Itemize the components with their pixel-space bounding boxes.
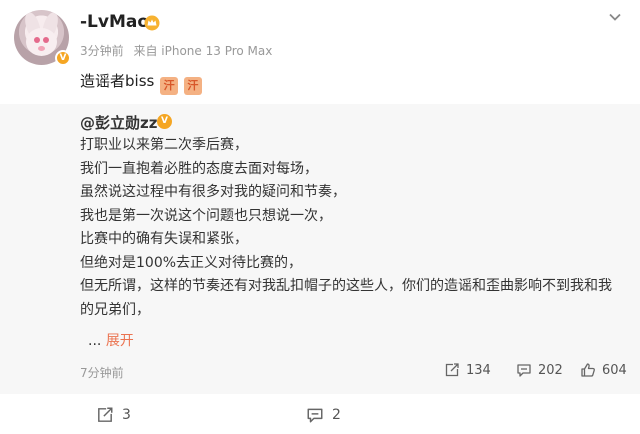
post-footer: 3 2 xyxy=(0,394,640,434)
verified-badge: V xyxy=(55,50,71,66)
post-meta: 3分钟前 来自 iPhone 13 Pro Max xyxy=(80,42,278,59)
avatar-eye-left xyxy=(34,37,40,43)
comment-icon xyxy=(517,364,531,377)
avatar-eye-right xyxy=(43,37,49,43)
emoji-sweat: 汗 xyxy=(160,77,179,95)
repost-line: 的兄弟们， xyxy=(80,301,150,318)
repost-text: 打职业以来第二次季后赛， 我们一直抱着必胜的态度去面对每场， 虽然说这过程中有很… xyxy=(80,134,628,322)
repost-time[interactable]: 7分钟前 xyxy=(80,364,124,381)
repost-card[interactable]: @彭立勋zz V 打职业以来第二次季后赛， 我们一直抱着必胜的态度去面对每场， … xyxy=(0,104,640,394)
crown-icon xyxy=(144,15,160,31)
emoji-sweat: 汗 xyxy=(183,77,202,95)
repost-line: 打职业以来第二次季后赛， xyxy=(80,137,248,153)
repost-comment-button[interactable]: 202 xyxy=(516,362,563,378)
comment-button[interactable]: 2 xyxy=(306,406,341,424)
repost-count: 3 xyxy=(122,407,131,423)
username[interactable]: -LvMao xyxy=(80,12,149,32)
repost-line: 但无所谓，这样的节奏还有对我乱扣帽子的这些人，你们的造谣和歪曲影响不到我和我 xyxy=(80,278,612,294)
repost-line: 我们一直抱着必胜的态度去面对每场， xyxy=(80,160,318,177)
comment-count: 2 xyxy=(332,407,341,423)
repost-repost-count: 134 xyxy=(466,362,491,378)
repost-like-count: 604 xyxy=(602,362,627,378)
repost-author[interactable]: @彭立勋zz xyxy=(80,112,157,133)
like-icon xyxy=(581,363,595,377)
avatar-face xyxy=(26,28,57,56)
repost-icon xyxy=(445,363,459,377)
post-header: V -LvMao 3分钟前 来自 iPhone 13 Pro Max 造谣者bi… xyxy=(0,0,640,104)
expand-row: ... 展开 xyxy=(88,330,134,350)
post-time[interactable]: 3分钟前 xyxy=(80,44,124,58)
post-source: 来自 iPhone 13 Pro Max xyxy=(133,44,273,58)
repost-verified-badge: V xyxy=(157,114,172,129)
repost-line: 我也是第一次说这个问题也只想说一次， xyxy=(80,207,332,224)
repost-comment-count: 202 xyxy=(538,362,563,378)
repost-line: 但绝对是100%去正义对待比赛的， xyxy=(80,254,303,271)
chevron-down-icon[interactable] xyxy=(608,10,622,24)
expand-link[interactable]: 展开 xyxy=(106,333,134,349)
expand-ellipsis: ... xyxy=(88,333,102,349)
post-text-content: 造谣者biss xyxy=(80,72,155,90)
repost-icon xyxy=(98,407,113,422)
avatar-nose xyxy=(38,46,45,51)
comment-icon xyxy=(307,408,323,423)
repost-line: 比赛中的确有失误和紧张， xyxy=(80,231,248,247)
repost-button[interactable]: 3 xyxy=(96,406,131,424)
repost-like-button[interactable]: 604 xyxy=(580,362,627,378)
repost-repost-button[interactable]: 134 xyxy=(444,362,491,378)
post-text: 造谣者biss 汗 汗 xyxy=(80,70,202,95)
repost-line: 虽然说这过程中有很多对我的疑问和节奏， xyxy=(80,184,346,200)
